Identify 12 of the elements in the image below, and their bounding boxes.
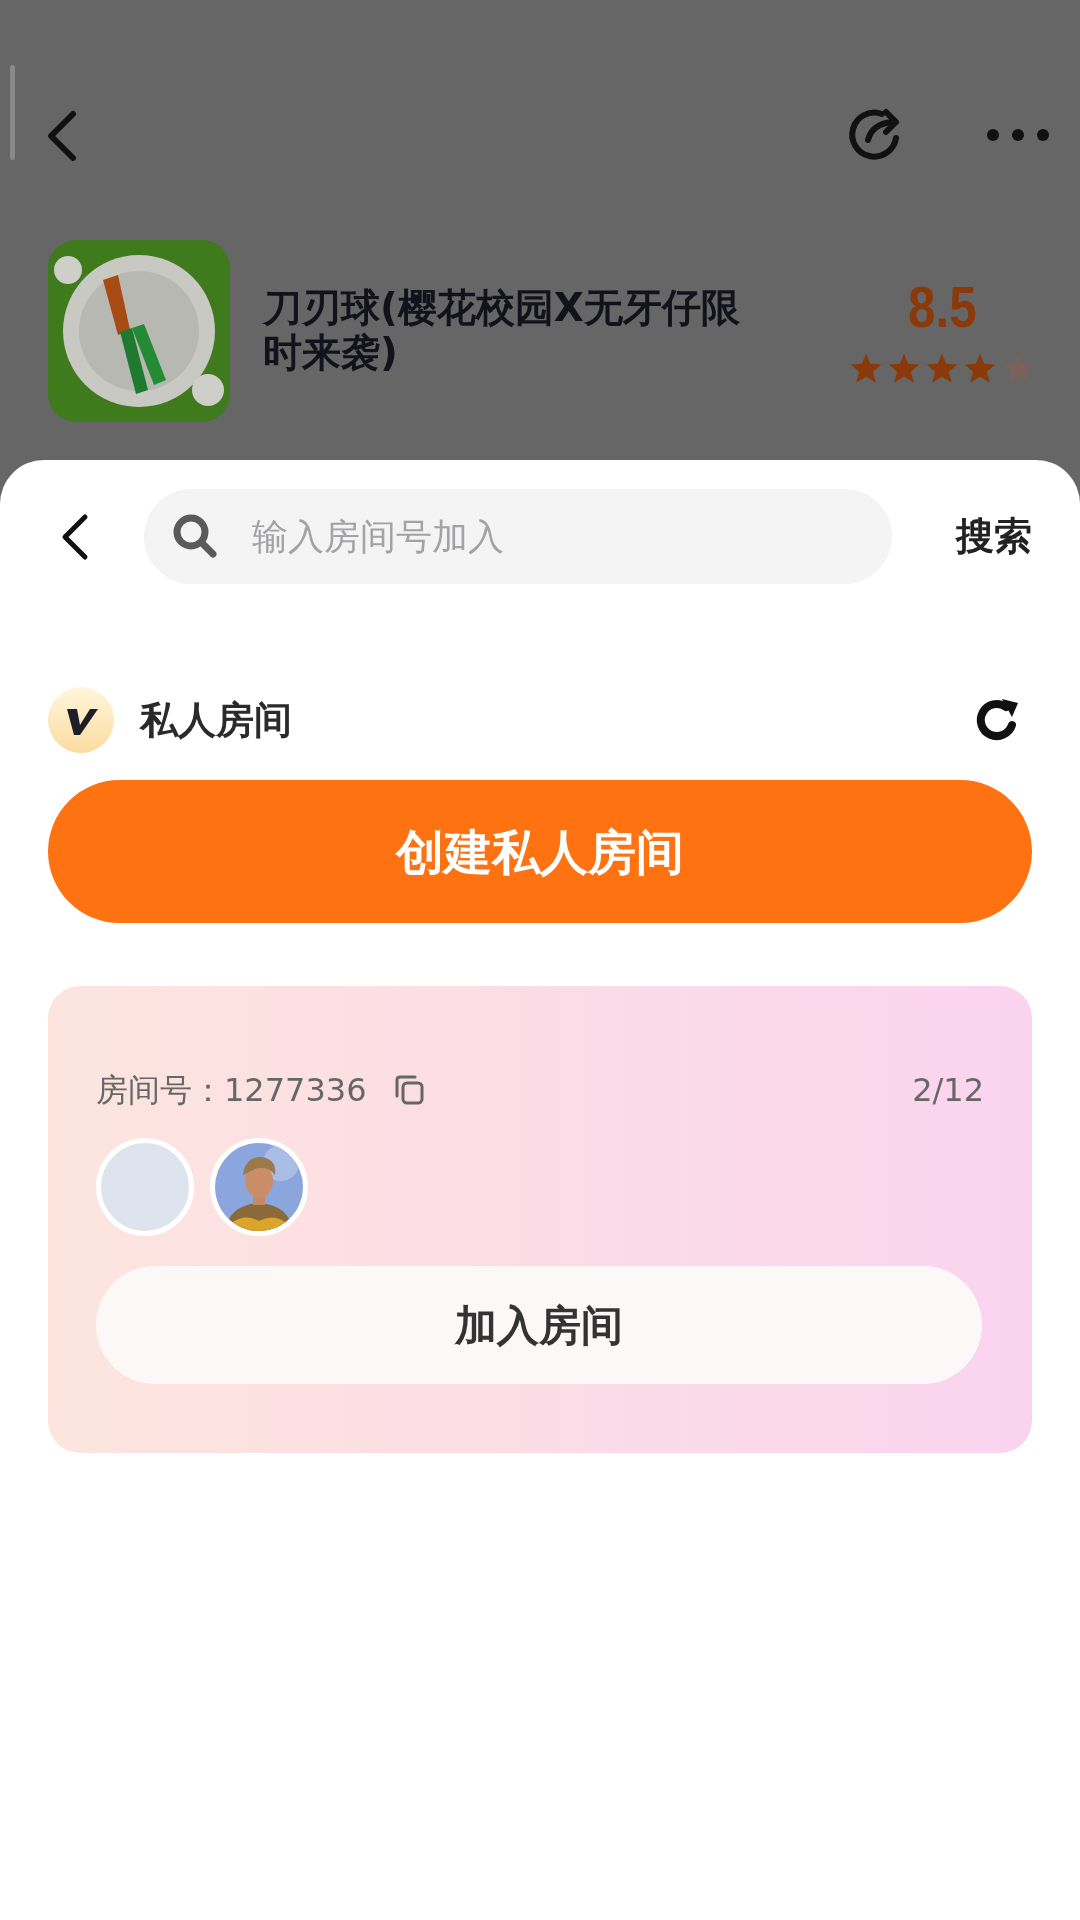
v-badge-icon <box>48 687 114 753</box>
game-title: 刀刃球(樱花校园X无牙仔限时来袭) <box>263 286 741 376</box>
back-icon[interactable] <box>60 512 90 561</box>
player-count: 2/12 <box>912 1070 984 1111</box>
search-icon <box>172 513 218 559</box>
game-score: 8.5 <box>907 278 977 336</box>
room-number: 房间号：1277336 <box>96 1070 367 1111</box>
join-room-button[interactable]: 加入房间 <box>96 1266 982 1384</box>
section-title: 私人房间 <box>140 696 292 744</box>
search-field[interactable]: 输入房间号加入 <box>144 489 892 584</box>
search-button[interactable]: 搜索 <box>956 508 1032 565</box>
more-icon[interactable] <box>986 128 1050 142</box>
